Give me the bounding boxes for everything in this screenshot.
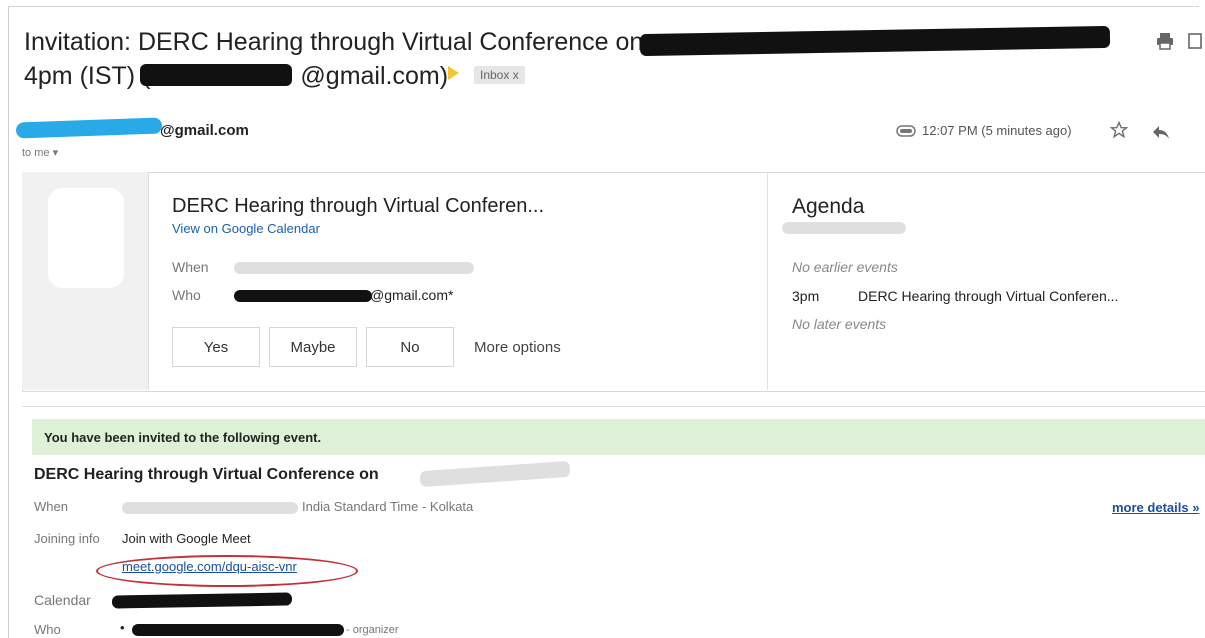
- highlight-oval: [96, 555, 358, 587]
- event-when-label: When: [34, 499, 68, 514]
- rsvp-yes-button[interactable]: Yes: [172, 327, 260, 367]
- email-time: 12:07 PM (5 minutes ago): [922, 123, 1072, 138]
- who-label: Who: [172, 287, 201, 303]
- event-title: DERC Hearing through Virtual Conference …: [34, 466, 379, 483]
- inbox-label-badge[interactable]: Inbox x: [474, 66, 525, 84]
- sender-email[interactable]: @gmail.com: [160, 122, 249, 139]
- joining-info-label: Joining info: [34, 531, 100, 546]
- star-icon[interactable]: [1109, 120, 1129, 144]
- redacted-when: [234, 262, 474, 274]
- redacted-organizer: [132, 624, 344, 636]
- organizer-tag: - organizer: [346, 624, 399, 636]
- when-label: When: [172, 259, 209, 275]
- section-separator: [22, 406, 1205, 407]
- subject-text: Invitation: DERC Hearing through Virtual…: [24, 28, 644, 56]
- no-earlier-events: No earlier events: [792, 259, 898, 275]
- join-google-meet: Join with Google Meet: [122, 531, 251, 546]
- card-divider: [767, 172, 768, 390]
- agenda-title: Agenda: [792, 195, 865, 218]
- redacted-event-when: [122, 502, 298, 514]
- rsvp-no-button[interactable]: No: [366, 327, 454, 367]
- label-icon: [896, 124, 916, 142]
- no-later-events: No later events: [792, 316, 887, 332]
- more-options-link[interactable]: More options: [474, 339, 561, 356]
- event-timezone: India Standard Time - Kolkata: [302, 499, 474, 514]
- agenda-event-title[interactable]: DERC Hearing through Virtual Conferen...: [858, 288, 1118, 304]
- invite-title: DERC Hearing through Virtual Conferen...: [172, 195, 545, 217]
- calendar-label: Calendar: [34, 592, 91, 608]
- agenda-event-time: 3pm: [792, 288, 820, 304]
- new-window-icon[interactable]: [1188, 32, 1202, 56]
- who-label-2: Who: [34, 622, 61, 637]
- rsvp-maybe-button[interactable]: Maybe: [269, 327, 357, 367]
- who-value: @gmail.com*: [370, 287, 454, 303]
- important-marker-icon[interactable]: [448, 66, 459, 80]
- more-details-link[interactable]: more details »: [1112, 500, 1199, 515]
- invited-text: You have been invited to the following e…: [44, 430, 322, 445]
- redacted-agenda-date: [782, 222, 906, 234]
- reply-icon[interactable]: [1152, 124, 1170, 145]
- to-me-dropdown[interactable]: to me ▾: [22, 146, 58, 159]
- calendar-thumb: [22, 172, 149, 390]
- redacted-email: [140, 64, 292, 86]
- email-subject: Invitation: DERC Hearing through Virtual…: [24, 26, 643, 58]
- who-bullet: •: [120, 620, 125, 635]
- printer-icon[interactable]: [1156, 32, 1174, 56]
- view-calendar-link[interactable]: View on Google Calendar: [172, 221, 320, 236]
- redacted-who: [234, 290, 372, 302]
